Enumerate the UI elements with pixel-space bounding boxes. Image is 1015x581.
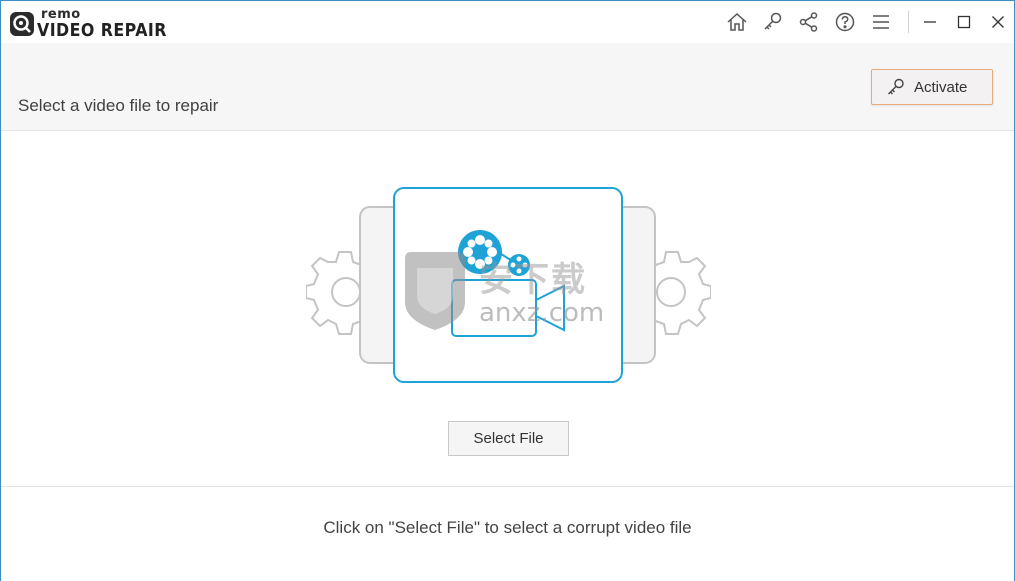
key-icon[interactable] bbox=[755, 7, 791, 37]
toolbar bbox=[719, 7, 899, 37]
left-gear-icon bbox=[306, 251, 365, 335]
logo-mark-icon bbox=[10, 12, 34, 36]
activate-button[interactable]: Activate bbox=[871, 69, 993, 105]
minimize-icon[interactable] bbox=[913, 7, 947, 37]
activate-label: Activate bbox=[914, 78, 968, 96]
app-window: remo VIDEO REPAIR Select a video file to… bbox=[0, 0, 1015, 581]
header-band: Select a video file to repair Activate bbox=[1, 43, 1014, 131]
page-subtitle: Select a video file to repair bbox=[18, 96, 219, 115]
close-icon[interactable] bbox=[981, 7, 1015, 37]
home-icon[interactable] bbox=[719, 7, 755, 37]
logo-product-text: VIDEO REPAIR bbox=[37, 20, 167, 41]
maximize-icon[interactable] bbox=[947, 7, 981, 37]
help-icon[interactable] bbox=[827, 7, 863, 37]
right-gear-icon bbox=[652, 251, 711, 335]
watermark-cn-text: 安下载 bbox=[479, 260, 587, 300]
title-bar: remo VIDEO REPAIR bbox=[1, 1, 1014, 43]
watermark: 安下载 anxz.com bbox=[399, 248, 619, 336]
footer: Click on "Select File" to select a corru… bbox=[1, 486, 1014, 581]
menu-icon[interactable] bbox=[863, 7, 899, 37]
window-controls bbox=[913, 7, 1015, 37]
toolbar-divider bbox=[908, 11, 909, 33]
share-icon[interactable] bbox=[791, 7, 827, 37]
watermark-en-text: anxz.com bbox=[479, 298, 605, 328]
select-file-button[interactable]: Select File bbox=[448, 421, 569, 456]
footer-hint: Click on "Select File" to select a corru… bbox=[323, 518, 692, 537]
key-icon bbox=[888, 78, 904, 95]
app-logo: remo VIDEO REPAIR bbox=[7, 7, 197, 41]
shield-logo-icon bbox=[405, 252, 465, 330]
